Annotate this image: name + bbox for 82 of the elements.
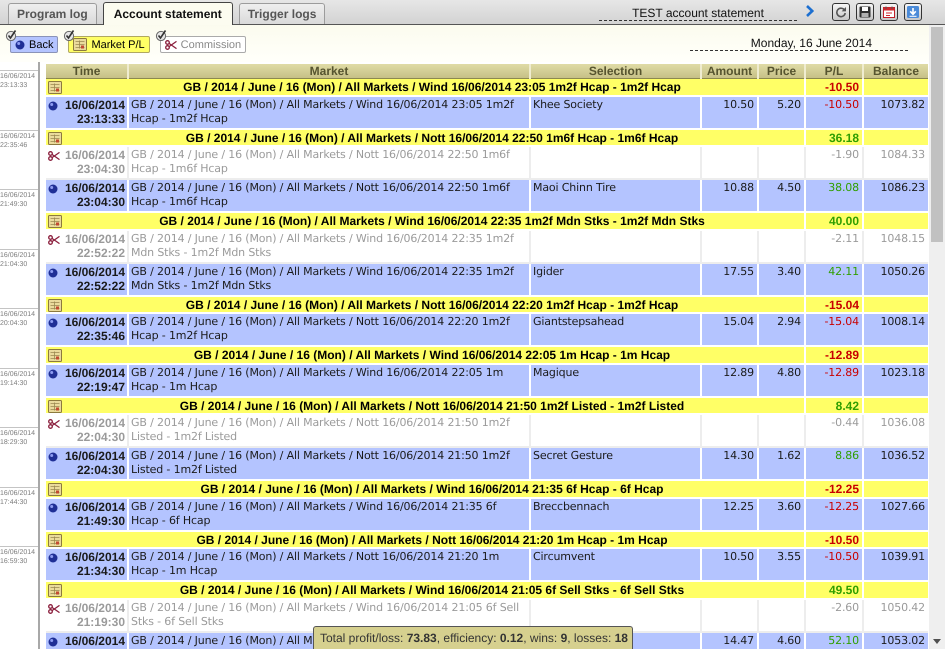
entry-time: 22:04:30 (76, 463, 125, 477)
entry-time: 22:52:22 (76, 246, 125, 260)
entry-date: 16/06/2014 (64, 181, 125, 195)
entry-date: 16/06/2014 (64, 148, 125, 162)
scroll-down-icon[interactable] (933, 639, 941, 644)
entry-date: 16/06/2014 (64, 315, 125, 329)
download-button[interactable] (904, 3, 922, 21)
dot-icon (48, 452, 58, 462)
spreadsheet-icon (48, 81, 62, 94)
entry-time: 23:13:33 (76, 112, 125, 126)
market-path: GB / 2014 / June / 16 (Mon) / All Markets / Nott 16/06/2014 21:20 1m Hcap - 1m Hcap (196, 532, 668, 546)
market-path: GB / 2014 / June / 16 (Mon) / All Markets / Nott 16/06/2014 22:50 1m6f Hcap - 1m6f Hcap (186, 130, 678, 144)
profit-loss: 52.10 (805, 632, 863, 649)
chevron-right-icon[interactable] (805, 4, 814, 16)
entry-date: 16/06/2014 (64, 264, 125, 278)
statement-title: TEST account statement (632, 6, 764, 20)
dot-icon (48, 318, 58, 328)
filter-button[interactable]: Commission (160, 36, 246, 53)
tab[interactable]: Trigger logs (238, 3, 326, 24)
entry-date: 16/06/2014 (64, 634, 125, 648)
entry-date: 16/06/2014 (64, 550, 125, 564)
entry-time: 23:04:30 (76, 195, 125, 209)
market-path: GB / 2014 / June / 16 (Mon) / All Markets / Nott 16/06/2014 22:20 1m2f Hcap - 1m2f Hcap (186, 298, 678, 312)
entry-time: 22:35:46 (76, 329, 125, 343)
scissors-icon (48, 604, 60, 614)
odds-price: 4.60 (758, 632, 805, 649)
entry-date: 16/06/2014 (64, 449, 125, 463)
market-path: GB / 2014 / June / 16 (Mon) / All Markets / Wind 16/06/2014 22:35 1m2f Mdn Stks - 1m2f Mdn Stks (159, 214, 705, 228)
entry-date: 16/06/2014 (64, 500, 125, 514)
dot-icon (48, 100, 58, 110)
dot-icon (48, 268, 58, 278)
spreadsheet-icon (48, 534, 62, 546)
market-path: GB / 2014 / June / 16 (Mon) / All Markets / Wind 16/06/2014 21:05 6f Sell Stks - 6f Sell Stks (180, 583, 684, 597)
scissors-icon (48, 151, 60, 161)
scissors-icon (48, 234, 60, 244)
download-icon (907, 6, 919, 18)
entry-date: 16/06/2014 (64, 232, 125, 246)
filter-button[interactable]: Market P/L (68, 36, 150, 53)
spreadsheet-icon (48, 298, 62, 312)
dot-icon (48, 502, 58, 512)
entry-date: 16/06/2014 (64, 600, 125, 614)
entry-date: 16/06/2014 (64, 98, 125, 112)
refresh-button[interactable] (832, 3, 850, 21)
summary-tooltip: Total profit/loss: 73.83, efficiency: 0.12, wins: 9, losses: 18 (313, 626, 633, 649)
date-label: Monday, 16 June 2014 (750, 36, 872, 50)
entry-time: 23:04:30 (76, 162, 125, 176)
market-path: GB / 2014 / June / 16 (Mon) / All Markets / Wind 16/06/2014 23:05 1m2f Hcap - 1m2f Hcap (183, 80, 681, 94)
spreadsheet-icon (48, 483, 62, 496)
dot-icon (48, 636, 58, 646)
entry-date: 16/06/2014 (64, 366, 125, 380)
spreadsheet-icon (48, 349, 62, 362)
save-button[interactable] (856, 3, 874, 21)
dot-icon (48, 368, 58, 378)
spreadsheet-icon (48, 215, 62, 228)
dot-icon (15, 40, 25, 50)
spreadsheet-icon (73, 38, 88, 51)
entry-time: 21:34:30 (76, 564, 125, 578)
entry-time: 22:52:22 (76, 278, 125, 292)
calendar-icon (883, 6, 895, 18)
stake-amount: 14.47 (701, 632, 758, 649)
calendar-button[interactable] (880, 3, 898, 21)
entry-date: 16/06/2014 (64, 416, 125, 430)
entry-time: 22:04:30 (76, 430, 125, 444)
scrollbar-thumb[interactable] (931, 27, 943, 242)
market-path: GB / 2014 / June / 16 (Mon) / All Markets / Nott 16/06/2014 21:50 1m2f Listed - 1m2f Listed (180, 398, 684, 412)
entry-time: 21:49:30 (76, 514, 125, 528)
tab[interactable]: Account statement (102, 2, 233, 25)
market-path: GB / 2014 / June / 16 (Mon) / All Markets / Wind 16/06/2014 21:35 6f Hcap - 6f Hcap (200, 482, 664, 496)
spreadsheet-icon (48, 400, 62, 412)
spreadsheet-icon (48, 584, 62, 597)
scrollbar[interactable] (929, 25, 945, 649)
entry-time: 22:19:47 (76, 380, 125, 394)
dot-icon (48, 553, 58, 563)
filter-button[interactable]: Back (10, 36, 58, 53)
scissors-icon (164, 40, 177, 50)
entry-time: 21:19:30 (76, 614, 125, 628)
refresh-icon (835, 6, 847, 18)
market-path: GB / 2014 / June / 16 (Mon) / All Markets / Wind 16/06/2014 22:05 1m Hcap - 1m Hcap (194, 348, 670, 362)
spreadsheet-icon (48, 132, 62, 144)
scissors-icon (48, 419, 60, 429)
tab[interactable]: Program log (8, 3, 97, 24)
dot-icon (48, 184, 58, 194)
